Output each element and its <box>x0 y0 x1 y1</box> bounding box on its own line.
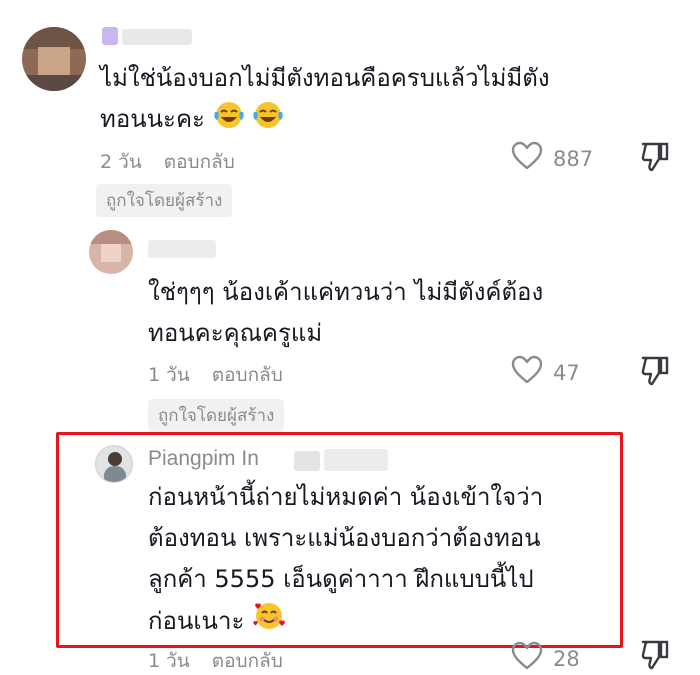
like-count: 47 <box>553 360 580 385</box>
avatar[interactable] <box>95 445 133 483</box>
blurred-username <box>294 451 320 471</box>
avatar[interactable] <box>22 27 86 91</box>
like-count: 887 <box>553 146 594 171</box>
like-button[interactable]: 28 <box>511 641 580 675</box>
comment-time: 2 วัน <box>100 151 142 173</box>
comment-time: 1 วัน <box>148 364 190 386</box>
like-button[interactable]: 887 <box>511 141 593 176</box>
comment-text: ไม่ใช่น้องบอกไม่มีตังทอนคือครบแล้วไม่มีต… <box>100 58 550 143</box>
dislike-button[interactable] <box>640 639 670 675</box>
dislike-button[interactable] <box>640 355 670 391</box>
comment-text: ก่อนหน้านี้ถ่ายไม่หมดค่า น้องเข้าใจว่า ต… <box>148 477 543 645</box>
blurred-username <box>324 449 388 471</box>
reply-button[interactable]: ตอบกลับ <box>212 646 283 675</box>
liked-by-creator-badge: ถูกใจโดยผู้สร้าง <box>96 184 233 217</box>
heart-outline-icon <box>511 355 543 390</box>
reply-button[interactable]: ตอบกลับ <box>212 360 283 390</box>
like-count: 28 <box>553 646 580 671</box>
blurred-username <box>148 240 218 260</box>
comment-time: 1 วัน <box>148 650 190 672</box>
smiling-face-with-hearts-icon <box>252 600 286 645</box>
heart-outline-icon <box>511 641 543 675</box>
avatar[interactable] <box>89 230 133 274</box>
liked-by-creator-badge: ถูกใจโดยผู้สร้าง <box>148 399 285 432</box>
reply-button[interactable]: ตอบกลับ <box>164 147 235 177</box>
like-button[interactable]: 47 <box>511 355 580 390</box>
comment-text: ใช่ๆๆๆ น้องเค้าแค่ทวนว่า ไม่มีตังค์ต้อง … <box>148 278 544 347</box>
author-row: Piangpim In <box>148 447 408 475</box>
thumbs-down-icon <box>640 356 670 391</box>
dislike-button[interactable] <box>640 141 670 177</box>
face-with-tears-of-joy-icon <box>252 100 284 143</box>
author-name[interactable]: Piangpim In <box>148 447 259 471</box>
thumbs-down-icon <box>640 142 670 177</box>
face-with-tears-of-joy-icon <box>213 100 245 143</box>
heart-outline-icon <box>511 141 543 176</box>
thumbs-down-icon <box>640 640 670 675</box>
blurred-username <box>102 25 194 49</box>
